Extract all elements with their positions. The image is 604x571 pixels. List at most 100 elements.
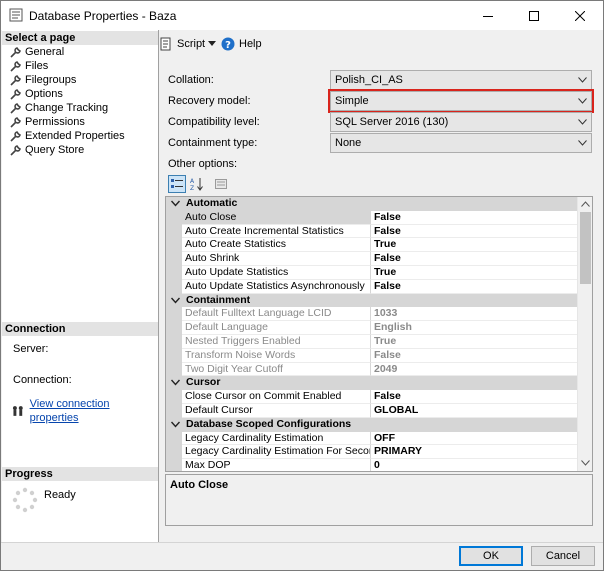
grid-property-row[interactable]: Legacy Cardinality Estimation OFF bbox=[166, 431, 577, 446]
grid-property-value[interactable]: True bbox=[370, 334, 577, 349]
wrench-icon bbox=[10, 47, 21, 58]
grid-property-value[interactable]: False bbox=[370, 348, 577, 363]
script-label: Script bbox=[177, 38, 206, 50]
containment-type-dropdown[interactable]: None bbox=[330, 133, 592, 153]
close-button[interactable] bbox=[557, 1, 603, 30]
grid-property-row[interactable]: Close Cursor on Commit Enabled False bbox=[166, 390, 577, 404]
view-connection-properties[interactable]: View connection properties bbox=[12, 398, 158, 424]
scroll-up-icon[interactable] bbox=[581, 201, 590, 207]
maximize-button[interactable] bbox=[511, 1, 557, 30]
minimize-button[interactable] bbox=[465, 1, 511, 30]
collation-label: Collation: bbox=[168, 74, 214, 86]
grid-property-row[interactable]: Auto Create Statistics True bbox=[166, 238, 577, 253]
grid-property-row[interactable]: Auto Close False bbox=[166, 210, 577, 225]
recovery-model-dropdown[interactable]: Simple bbox=[328, 89, 594, 113]
collation-dropdown[interactable]: Polish_CI_AS bbox=[330, 70, 592, 90]
view-connection-properties-link[interactable]: View connection properties bbox=[30, 397, 158, 425]
grid-row-gutter bbox=[166, 348, 182, 363]
page-filegroups[interactable]: Filegroups bbox=[10, 73, 76, 87]
script-dropdown-button[interactable] bbox=[208, 41, 216, 46]
cancel-button[interactable]: Cancel bbox=[531, 546, 595, 566]
grid-row-gutter bbox=[166, 362, 182, 377]
ok-button[interactable]: OK bbox=[459, 546, 523, 566]
grid-property-row[interactable]: Auto Update Statistics True bbox=[166, 265, 577, 280]
chevron-down-icon[interactable] bbox=[171, 297, 180, 304]
grid-property-name: Default Language bbox=[182, 321, 370, 335]
grid-property-row[interactable]: Two Digit Year Cutoff 2049 bbox=[166, 362, 577, 377]
scroll-thumb[interactable] bbox=[580, 212, 591, 284]
progress-header: Progress bbox=[2, 467, 158, 481]
grid-property-row[interactable]: Auto Shrink False bbox=[166, 252, 577, 266]
page-files[interactable]: Files bbox=[10, 59, 48, 73]
page-options[interactable]: Options bbox=[10, 87, 63, 101]
page-label: Files bbox=[25, 60, 49, 72]
grid-property-row[interactable]: Default Cursor GLOBAL bbox=[166, 403, 577, 418]
grid-category-label: Database Scoped Configurations bbox=[186, 417, 352, 430]
help-button[interactable]: ? Help bbox=[221, 37, 262, 51]
grid-property-value[interactable]: GLOBAL bbox=[370, 403, 577, 418]
grid-property-value[interactable]: False bbox=[370, 252, 577, 266]
grid-row-gutter bbox=[166, 390, 182, 404]
page-general[interactable]: General bbox=[10, 45, 64, 59]
chevron-down-icon[interactable] bbox=[171, 379, 180, 386]
property-grid-scrollbar[interactable] bbox=[577, 197, 592, 471]
grid-category[interactable]: Database Scoped Configurations bbox=[166, 417, 577, 432]
grid-property-name: Auto Shrink bbox=[182, 252, 370, 266]
compatibility-level-dropdown[interactable]: SQL Server 2016 (130) bbox=[330, 112, 592, 132]
grid-property-row[interactable]: Auto Update Statistics Asynchronously Fal… bbox=[166, 279, 577, 294]
grid-property-value[interactable]: PRIMARY bbox=[370, 445, 577, 460]
grid-property-row[interactable]: Nested Triggers Enabled True bbox=[166, 334, 577, 349]
grid-row-gutter bbox=[166, 445, 182, 460]
grid-property-value[interactable]: English bbox=[370, 321, 577, 335]
scroll-down-icon[interactable] bbox=[581, 460, 590, 466]
page-query-store[interactable]: Query Store bbox=[10, 143, 84, 157]
alphabetical-button[interactable]: A Z bbox=[188, 175, 206, 193]
page-change-tracking[interactable]: Change Tracking bbox=[10, 101, 108, 115]
wrench-icon bbox=[10, 103, 21, 114]
grid-row-gutter bbox=[166, 265, 182, 280]
grid-property-value[interactable]: 0 bbox=[370, 459, 577, 471]
grid-property-value[interactable]: False bbox=[370, 210, 577, 225]
grid-property-row[interactable]: Default Fulltext Language LCID 1033 bbox=[166, 307, 577, 322]
grid-property-value[interactable]: False bbox=[370, 279, 577, 294]
grid-property-row[interactable]: Default Language English bbox=[166, 321, 577, 335]
database-properties-icon bbox=[9, 8, 23, 22]
page-permissions[interactable]: Permissions bbox=[10, 115, 85, 129]
chevron-down-icon bbox=[208, 41, 216, 46]
page-extended-properties[interactable]: Extended Properties bbox=[10, 129, 125, 143]
grid-row-gutter bbox=[166, 224, 182, 239]
grid-property-value[interactable]: True bbox=[370, 238, 577, 253]
grid-property-name: Auto Close bbox=[182, 210, 370, 225]
grid-property-value[interactable]: 2049 bbox=[370, 362, 577, 377]
grid-property-value[interactable]: False bbox=[370, 390, 577, 404]
minimize-icon bbox=[483, 15, 493, 17]
grid-property-name: Legacy Cardinality Estimation bbox=[182, 432, 370, 446]
property-pages-button[interactable] bbox=[212, 175, 230, 193]
left-pane: Select a page General Files Filegroups O… bbox=[2, 30, 159, 542]
chevron-down-icon[interactable] bbox=[171, 200, 180, 207]
grid-property-row[interactable]: Auto Create Incremental Statistics False bbox=[166, 224, 577, 239]
grid-property-value[interactable]: True bbox=[370, 265, 577, 280]
grid-property-name: Transform Noise Words bbox=[182, 349, 370, 363]
property-pages-icon bbox=[215, 179, 227, 189]
script-button[interactable]: Script bbox=[159, 37, 205, 51]
grid-category[interactable]: Automatic bbox=[166, 197, 577, 211]
grid-property-value[interactable]: False bbox=[370, 224, 577, 239]
page-label: Extended Properties bbox=[25, 130, 125, 142]
grid-property-value[interactable]: OFF bbox=[370, 431, 577, 446]
grid-property-row[interactable]: Transform Noise Words False bbox=[166, 348, 577, 363]
grid-category[interactable]: Containment bbox=[166, 293, 577, 308]
chevron-down-icon bbox=[578, 119, 587, 125]
options-property-grid[interactable]: Automatic Auto Close False Auto Create Incr… bbox=[165, 196, 593, 472]
server-label: Server: bbox=[13, 343, 49, 355]
grid-property-row[interactable]: Max DOP 0 bbox=[166, 459, 577, 471]
grid-property-row[interactable]: Legacy Cardinality Estimation For Second… bbox=[166, 445, 577, 460]
property-description-panel: Auto Close bbox=[165, 474, 593, 526]
grid-property-name: Default Cursor bbox=[182, 404, 370, 418]
page-label: Change Tracking bbox=[25, 102, 109, 114]
grid-property-value[interactable]: 1033 bbox=[370, 307, 577, 322]
categorized-button[interactable] bbox=[168, 175, 186, 193]
title-bar[interactable]: Database Properties - Baza bbox=[1, 1, 603, 30]
grid-category[interactable]: Cursor bbox=[166, 376, 577, 391]
chevron-down-icon[interactable] bbox=[171, 421, 180, 428]
